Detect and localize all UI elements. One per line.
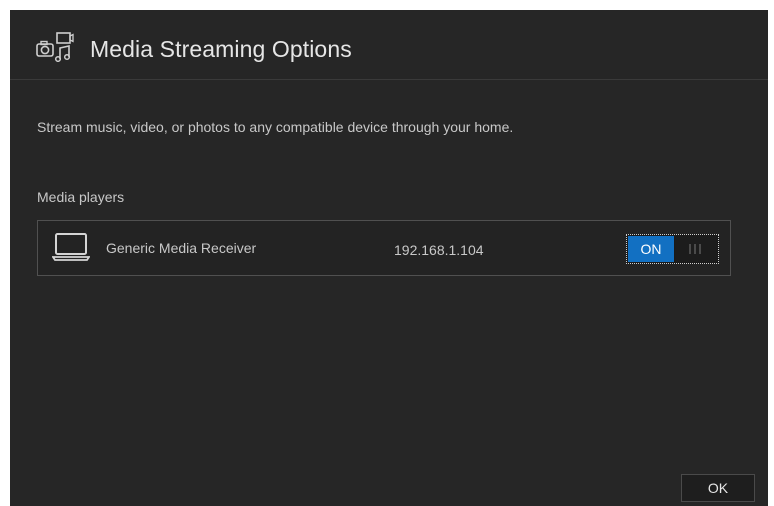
toggle-on-label: ON (628, 236, 674, 262)
media-streaming-dialog: Media Streaming Options Stream music, vi… (10, 10, 768, 506)
dialog-header: Media Streaming Options (10, 10, 768, 80)
dialog-title: Media Streaming Options (90, 36, 352, 62)
laptop-icon (51, 232, 91, 262)
media-player-name: Generic Media Receiver (106, 240, 257, 256)
media-player-toggle[interactable]: ON (626, 234, 719, 264)
media-player-ip: 192.168.1.104 (394, 242, 484, 258)
toggle-knob[interactable] (675, 236, 717, 262)
ok-button[interactable]: OK (681, 474, 755, 502)
media-players-label: Media players (37, 189, 125, 205)
media-streaming-icon (36, 32, 74, 63)
grip-icon (689, 244, 703, 254)
dialog-description: Stream music, video, or photos to any co… (37, 119, 514, 135)
media-player-row: Generic Media Receiver 192.168.1.104 ON (37, 220, 731, 276)
